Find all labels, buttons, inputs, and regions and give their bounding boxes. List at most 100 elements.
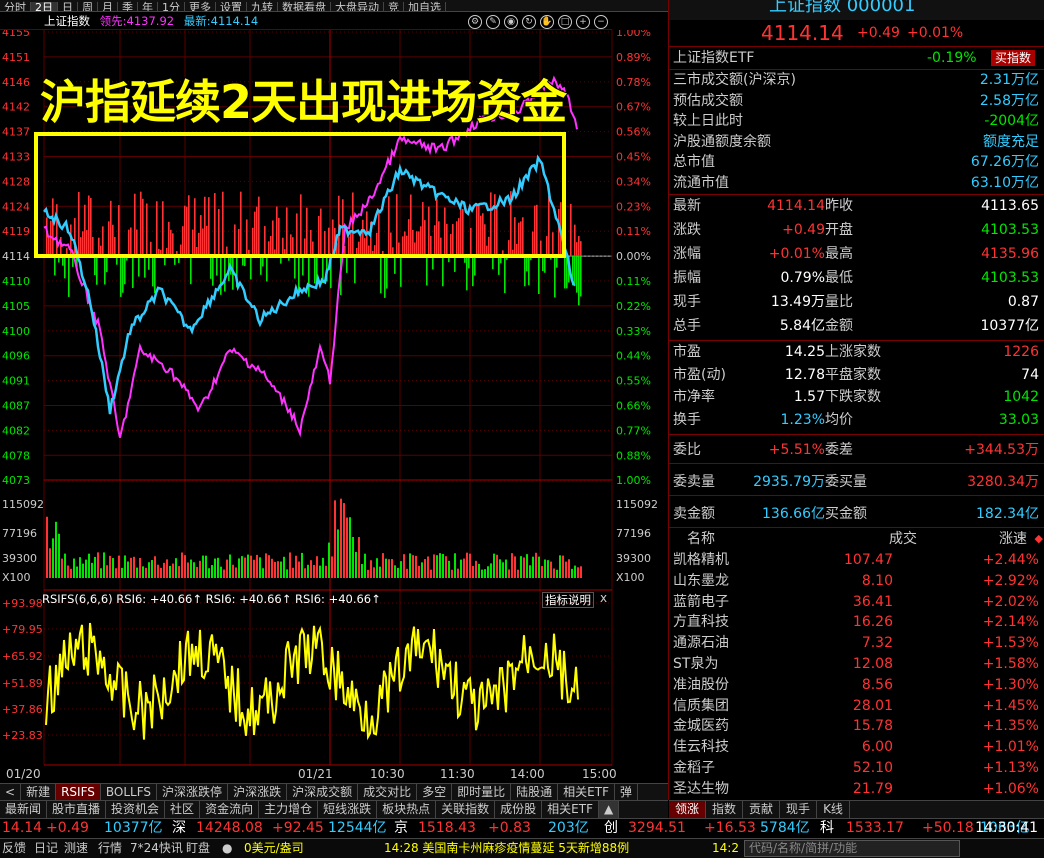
info-tab[interactable]: 资金流向	[200, 801, 260, 818]
indicator-tab[interactable]: 新建	[21, 784, 57, 800]
status-item[interactable]: 日记	[34, 839, 58, 858]
info-tab[interactable]: 相关ETF	[542, 801, 599, 818]
stock-row[interactable]: 金城医药 15.78 +1.35%	[669, 716, 1044, 736]
info-tab[interactable]: 社区	[165, 801, 201, 818]
stock-row[interactable]: 蓝箭电子 36.41 +2.02%	[669, 592, 1044, 612]
panel-tab[interactable]: 指数	[706, 801, 744, 818]
volume-bar	[511, 553, 513, 578]
volume-bar	[217, 557, 219, 578]
hand-icon[interactable]: ✋	[540, 14, 554, 29]
indicator-tab[interactable]: 沪深涨跌	[228, 784, 288, 800]
outflow-bar	[314, 256, 316, 284]
info-tab[interactable]: 短线涨跌	[318, 801, 378, 818]
period-tab[interactable]: 大盘异动	[331, 2, 384, 11]
panel-tab[interactable]: K线	[817, 801, 850, 818]
volume-bar	[418, 565, 420, 578]
info-tab[interactable]: 板块热点	[377, 801, 437, 818]
indicator-tab[interactable]: 即时量比	[452, 784, 512, 800]
info-tab[interactable]: 关联指数	[436, 801, 496, 818]
buy-index-button[interactable]: 买指数	[991, 50, 1036, 66]
price-tick: 4133	[2, 151, 30, 164]
stock-row[interactable]: ST泉为 12.08 +1.58%	[669, 654, 1044, 674]
news-text[interactable]: 14:28 美国南卡州麻疹疫情蔓延 5天新增88例	[384, 839, 629, 858]
status-item[interactable]: 反馈	[2, 839, 26, 858]
stock-row[interactable]: 山东墨龙 8.10 +2.92%	[669, 571, 1044, 591]
settings-icon[interactable]: ⚙	[468, 14, 482, 29]
chart-header: 上证指数 领先:4137.92 最新:4114.14 ⚙ ✎ ◉ ↻ ✋ □ + −	[0, 13, 612, 30]
period-tab[interactable]: 更多	[185, 2, 216, 11]
period-tab[interactable]: 数据看盘	[278, 2, 331, 11]
stock-row[interactable]: 准油股份 8.56 +1.30%	[669, 675, 1044, 695]
outflow-bar	[474, 256, 476, 276]
stock-row[interactable]: 凯格精机 107.47 +2.44%	[669, 550, 1044, 570]
indicator-tab[interactable]: 相关ETF	[558, 784, 615, 800]
info-tab[interactable]: 成份股	[495, 801, 543, 818]
window-icon[interactable]: □	[558, 14, 572, 29]
ticker-item: +0.83	[488, 820, 531, 836]
panel-tab[interactable]: 现手	[780, 801, 818, 818]
rsi-close-button[interactable]: x	[600, 591, 607, 605]
period-tab[interactable]: 月	[98, 2, 118, 11]
indicator-tab[interactable]: <	[0, 784, 22, 800]
indicator-tab[interactable]: 陆股通	[511, 784, 559, 800]
status-item[interactable]: 7*24快讯	[130, 839, 183, 858]
panel-tab[interactable]: 领涨	[669, 801, 707, 818]
indicator-tab[interactable]: BOLLFS	[101, 784, 158, 800]
zoom-in-icon[interactable]: +	[576, 14, 590, 29]
stock-row[interactable]: 通源石油 7.32 +1.53%	[669, 633, 1044, 653]
indicator-tab[interactable]: 多空	[417, 784, 453, 800]
volume-bar	[490, 563, 492, 578]
period-tab[interactable]: 加自选	[404, 2, 446, 11]
stock-row[interactable]: 圣达生物 21.79 +1.06%	[669, 779, 1044, 799]
status-item[interactable]: 测速	[64, 839, 88, 858]
volume-bar	[514, 556, 516, 578]
period-tab[interactable]: 分时	[0, 2, 31, 11]
outflow-bar	[384, 256, 386, 298]
indicator-tab[interactable]: RSIFS	[56, 784, 101, 800]
edit-icon[interactable]: ✎	[486, 14, 500, 29]
indicator-tab[interactable]: 沪深涨跌停	[157, 784, 229, 800]
volume-bar	[529, 565, 531, 578]
stock-row[interactable]: 方直科技 16.26 +2.14%	[669, 612, 1044, 632]
period-tab[interactable]: 年	[138, 2, 158, 11]
info-tab[interactable]: 投资机会	[106, 801, 166, 818]
indicator-explain-button[interactable]: 指标说明	[542, 592, 594, 608]
price-tick: 4151	[2, 51, 30, 64]
volume-bar	[352, 537, 354, 578]
period-tab[interactable]: 1分	[158, 2, 185, 11]
period-tab[interactable]: 日	[58, 2, 78, 11]
period-tab[interactable]: 2日	[31, 2, 58, 11]
period-tab[interactable]: 季	[118, 2, 138, 11]
volume-bar	[553, 568, 555, 578]
indicator-tab[interactable]: 弹	[615, 784, 638, 800]
pct-tick: 1.00%	[616, 30, 651, 39]
status-item[interactable]: 盯盘	[186, 839, 210, 858]
period-tab[interactable]: 九转	[247, 2, 278, 11]
outflow-bar	[144, 256, 146, 278]
panel-tab[interactable]: 贡献	[743, 801, 781, 818]
period-tab[interactable]: 设置	[216, 2, 247, 11]
zoom-out-icon[interactable]: −	[594, 14, 608, 29]
info-tab[interactable]: 最新闻	[0, 801, 48, 818]
quote-panel: 上证指数 000001 4114.14 +0.49 +0.01% 上证指数ETF…	[668, 0, 1044, 800]
outflow-bar	[68, 256, 70, 297]
pct-tick: 0.89%	[616, 51, 651, 64]
sort-desc-icon[interactable]: ◆	[1035, 529, 1043, 549]
period-tab[interactable]: 周	[78, 2, 98, 11]
search-input[interactable]: 代码/名称/简拼/功能	[744, 840, 960, 857]
rotate-icon[interactable]: ↻	[522, 14, 536, 29]
stock-row[interactable]: 金稻子 52.10 +1.13%	[669, 758, 1044, 778]
stock-row[interactable]: 佳云科技 6.00 +1.01%	[669, 737, 1044, 757]
eye-icon[interactable]: ◉	[504, 14, 518, 29]
period-tab[interactable]: 竞	[384, 2, 404, 11]
indicator-tab[interactable]: 沪深成交额	[287, 784, 359, 800]
expand-arrow-icon[interactable]: ▲	[598, 801, 620, 818]
etf-label[interactable]: 上证指数ETF	[673, 48, 754, 68]
indicator-tab[interactable]: 成交对比	[358, 784, 418, 800]
ticker-item: 创	[604, 820, 618, 836]
info-tab[interactable]: 股市直播	[47, 801, 107, 818]
order-amount-row: 卖金额 136.66亿 买金额 182.34亿	[673, 506, 1039, 522]
stock-row[interactable]: 信质集团 28.01 +1.45%	[669, 696, 1044, 716]
status-item[interactable]: 行情	[98, 839, 122, 858]
info-tab[interactable]: 主力增仓	[259, 801, 319, 818]
